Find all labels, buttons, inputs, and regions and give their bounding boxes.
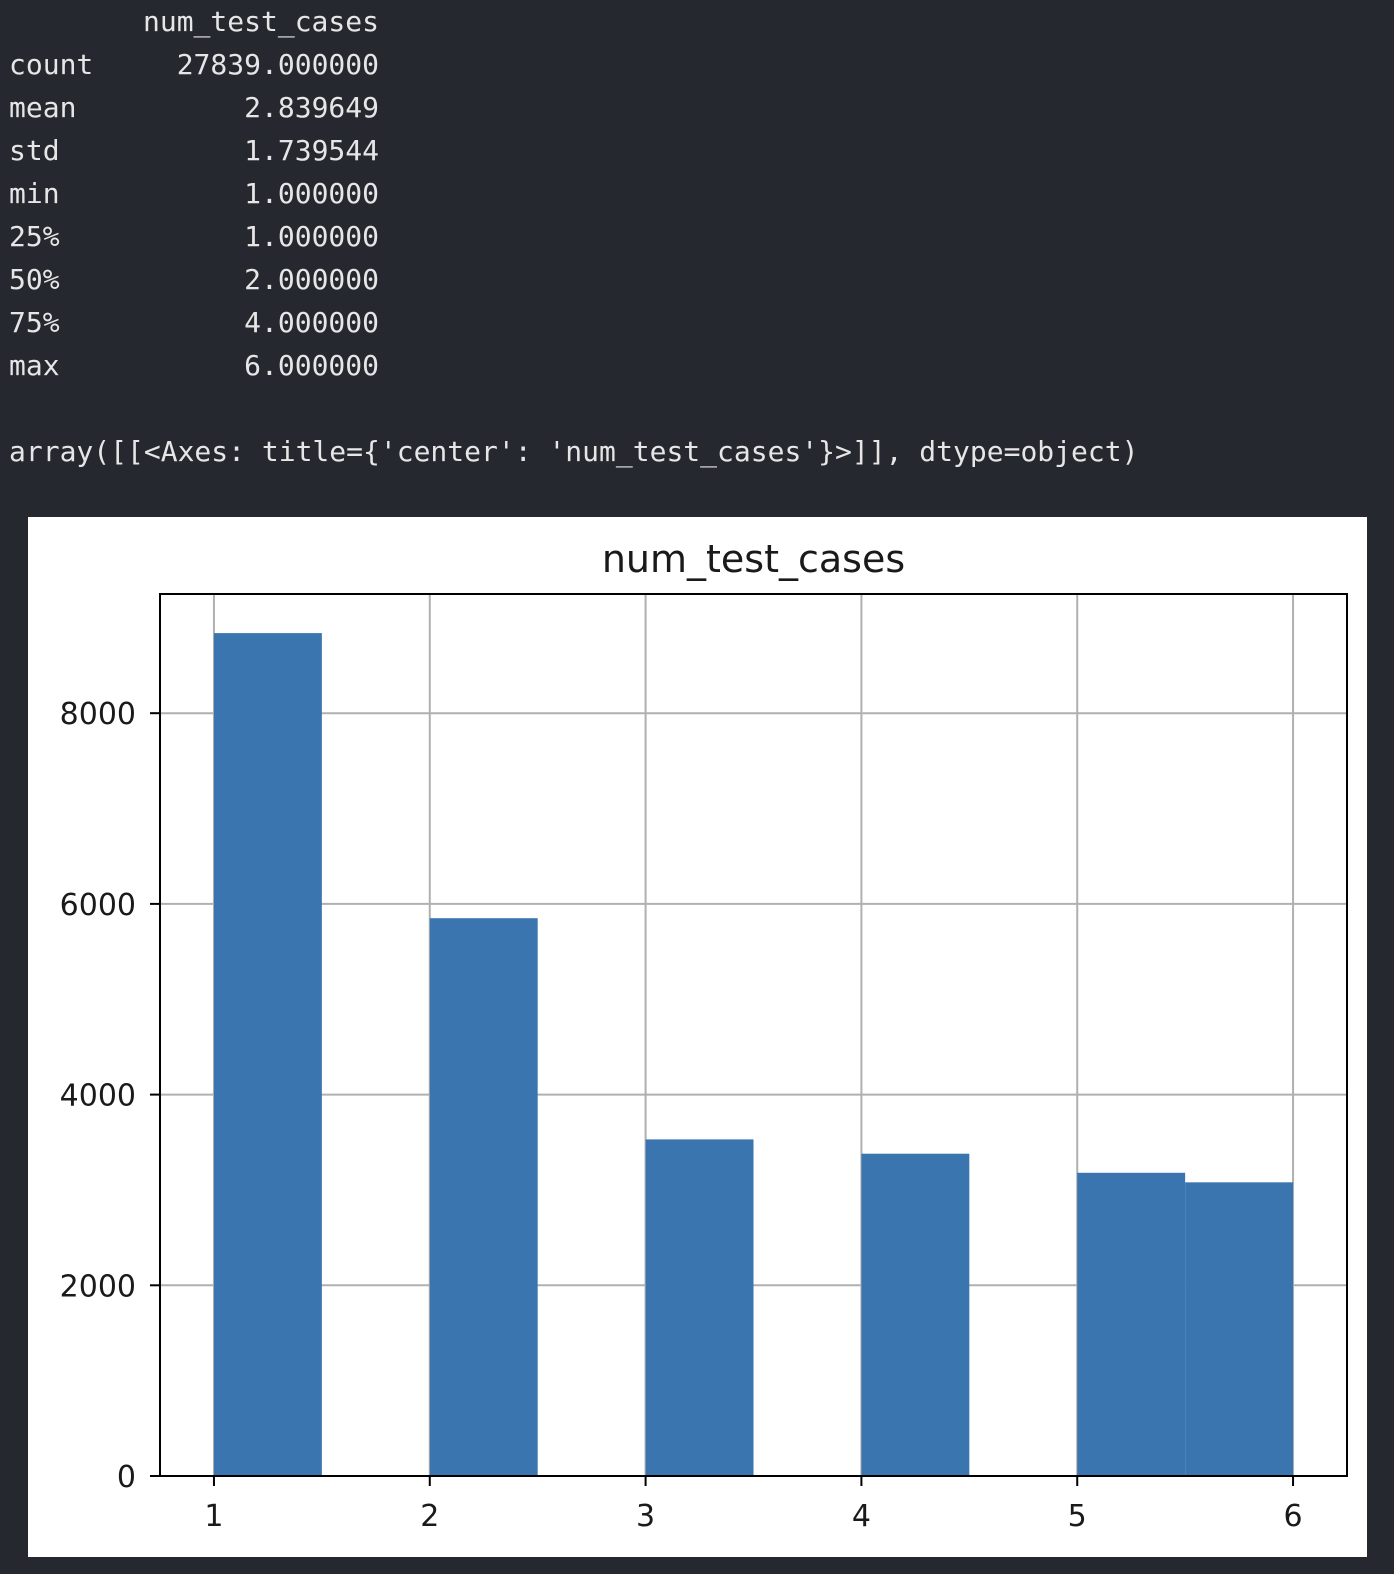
describe-row: 75% 4.000000 — [9, 301, 379, 344]
describe-row: 50% 2.000000 — [9, 258, 379, 301]
histogram-bar — [861, 1153, 970, 1476]
describe-row-value: 2.000000 — [244, 263, 379, 296]
histogram-bar — [1077, 1172, 1186, 1476]
histogram-bar — [429, 918, 538, 1476]
y-tick-label: 6000 — [60, 888, 136, 923]
chart-title: num_test_cases — [602, 537, 905, 581]
describe-row: min 1.000000 — [9, 172, 379, 215]
x-tick-label: 2 — [420, 1499, 439, 1534]
describe-row: std 1.739544 — [9, 129, 379, 172]
describe-row-label: 50% — [9, 263, 60, 296]
y-tick-label: 0 — [117, 1460, 136, 1495]
histogram-bar — [213, 633, 322, 1476]
y-tick-label: 8000 — [60, 697, 136, 732]
describe-row-value: 1.000000 — [244, 220, 379, 253]
x-tick-label: 1 — [204, 1499, 223, 1534]
describe-row-value: 4.000000 — [244, 306, 379, 339]
describe-row-label: 25% — [9, 220, 60, 253]
histogram-chart: num_test_cases 1 2 3 4 5 6 0 2000 4000 6000 8000 — [60, 537, 1348, 1534]
axes-repr-output: array([[<Axes: title={'center': 'num_tes… — [9, 435, 1139, 468]
describe-row-label: std — [9, 134, 60, 167]
describe-row-value: 1.000000 — [244, 177, 379, 210]
bar-layer — [213, 633, 1294, 1476]
x-tick-label: 6 — [1283, 1499, 1302, 1534]
describe-column-header: num_test_cases — [142, 5, 379, 38]
x-tick-label: 5 — [1068, 1499, 1087, 1534]
describe-row-value: 6.000000 — [244, 349, 379, 382]
describe-row: max 6.000000 — [9, 344, 379, 387]
describe-row-label: max — [9, 349, 60, 382]
x-tick-label: 3 — [636, 1499, 655, 1534]
histogram-figure: num_test_cases 1 2 3 4 5 6 0 2000 4000 6000 8000 — [28, 517, 1367, 1557]
y-tick-label: 2000 — [60, 1269, 136, 1304]
describe-row-value: 2.839649 — [244, 91, 379, 124]
histogram-bar — [645, 1139, 754, 1476]
y-tick-label: 4000 — [60, 1079, 136, 1114]
describe-row-label: count — [9, 48, 94, 81]
x-tick-label: 4 — [852, 1499, 871, 1534]
describe-row-value: 27839.000000 — [176, 48, 379, 81]
describe-row: 25% 1.000000 — [9, 215, 379, 258]
describe-row: count 27839.000000 — [9, 43, 379, 86]
describe-row-label: mean — [9, 91, 77, 124]
describe-row-label: 75% — [9, 306, 60, 339]
describe-row-value: 1.739544 — [244, 134, 379, 167]
describe-output: num_test_cases count 27839.000000 mean 2… — [9, 0, 379, 430]
describe-row: mean 2.839649 — [9, 86, 379, 129]
describe-row-label: min — [9, 177, 60, 210]
histogram-bar — [1185, 1182, 1294, 1476]
